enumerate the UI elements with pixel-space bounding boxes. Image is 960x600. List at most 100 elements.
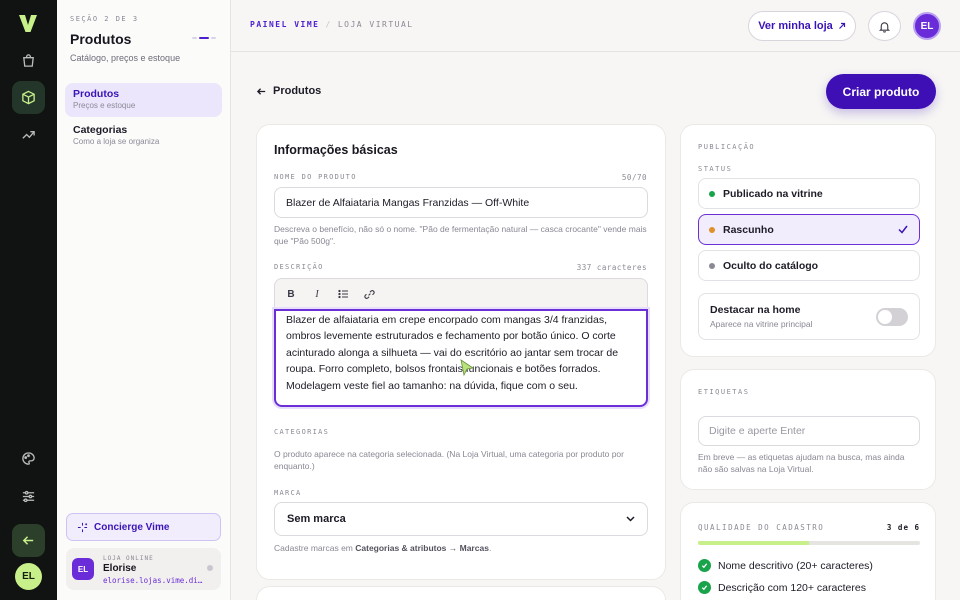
sidebar-item-produtos[interactable]: Produtos Preços e estoque: [65, 83, 222, 117]
feature-subtitle: Aparece na vitrine principal: [710, 319, 813, 329]
arrow-left-icon: [22, 536, 34, 545]
store-url: elorise.lojas.vime.di…: [103, 576, 203, 585]
description-textarea[interactable]: Blazer de alfaiataria em crepe encorpado…: [274, 309, 648, 407]
palette-icon: [22, 452, 35, 465]
link-icon: [363, 289, 375, 299]
sidebar-item-sublabel: Preços e estoque: [73, 101, 136, 110]
quality-title: QUALIDADE DO CADASTRO: [698, 523, 825, 532]
view-store-label: Ver minha loja: [758, 20, 833, 32]
product-name-help: Descreva o benefício, não só o nome. "Pã…: [274, 224, 647, 246]
breadcrumb-current: LOJA VIRTUAL: [337, 20, 414, 29]
user-avatar[interactable]: EL: [913, 12, 941, 40]
rail-products-button[interactable]: [12, 81, 45, 114]
store-avatar: EL: [72, 558, 94, 580]
quality-item: Nome descritivo (20+ caracteres): [698, 559, 873, 572]
list-icon: [337, 289, 348, 299]
publication-card: PUBLICAÇÃO STATUS Publicado na vitrine R…: [680, 124, 936, 357]
status-dot: [709, 190, 715, 197]
rail-analytics-button[interactable]: [12, 118, 45, 151]
status-dot: [709, 226, 715, 233]
publication-title: PUBLICAÇÃO: [698, 143, 756, 151]
product-name-input[interactable]: Blazer de Alfaiataria Mangas Franzidas —…: [274, 187, 648, 218]
quality-progress: [698, 541, 920, 545]
concierge-button[interactable]: Concierge Vime: [66, 513, 221, 541]
tags-title: ETIQUETAS: [698, 388, 750, 396]
status-option-hidden[interactable]: Oculto do catálogo: [698, 250, 920, 281]
status-option-published[interactable]: Publicado na vitrine: [698, 178, 920, 209]
description-label: DESCRIÇÃO: [274, 263, 324, 271]
notifications-button[interactable]: [868, 11, 901, 41]
store-switcher[interactable]: EL LOJA ONLINE Elorise elorise.lojas.vim…: [66, 548, 221, 590]
check-icon: [898, 225, 908, 234]
bell-icon: [878, 21, 891, 33]
rail-back-button[interactable]: [12, 524, 45, 557]
bold-button[interactable]: B: [284, 287, 298, 301]
bag-icon: [23, 54, 34, 67]
status-option-label: Publicado na vitrine: [723, 187, 823, 200]
trend-icon: [22, 131, 35, 139]
section-title: Produtos: [70, 31, 132, 47]
back-link-label: Produtos: [273, 85, 322, 97]
brand-select-value: Sem marca: [287, 513, 346, 525]
categories-label: CATEGORIAS: [274, 428, 330, 436]
section-step: SEÇÃO 2 DE 3: [70, 15, 139, 23]
sidebar-item-sublabel: Como a loja se organiza: [73, 137, 160, 146]
product-name-label: NOME DO PRODUTO: [274, 173, 357, 181]
brand-select[interactable]: Sem marca: [274, 502, 648, 536]
section-progress: [192, 37, 216, 39]
feature-title: Destacar na home: [710, 304, 801, 316]
user-avatar[interactable]: EL: [15, 563, 42, 590]
check-circle-icon: [698, 581, 711, 594]
chevron-down-icon: [626, 516, 635, 522]
feature-home-toggle[interactable]: [876, 308, 908, 326]
tags-help: Em breve — as etiquetas ajudam na busca,…: [698, 452, 905, 474]
tags-card: ETIQUETAS Digite e aperte Enter Em breve…: [680, 369, 936, 490]
create-product-button[interactable]: Criar produto: [826, 74, 936, 109]
feature-home-row: Destacar na home Aparece na vitrine prin…: [698, 293, 920, 340]
brand-help: Cadastre marcas em Categorias & atributo…: [274, 543, 492, 553]
view-store-button[interactable]: Ver minha loja: [748, 11, 856, 41]
back-link[interactable]: Produtos: [256, 85, 321, 97]
check-circle-icon: [698, 559, 711, 572]
store-kicker: LOJA ONLINE: [103, 555, 154, 562]
store-name: Elorise: [103, 563, 137, 574]
categories-help: O produto aparece na categoria seleciona…: [274, 449, 624, 471]
store-status-dot: [207, 565, 213, 571]
section-subtitle: Catálogo, preços e estoque: [70, 53, 181, 63]
rail-store-button[interactable]: [12, 44, 45, 77]
card-title: Informações básicas: [274, 143, 398, 157]
status-option-label: Oculto do catálogo: [723, 259, 819, 272]
rail-settings-button[interactable]: [12, 480, 45, 513]
product-name-counter: 50/70: [621, 173, 647, 182]
arrow-left-icon: [256, 87, 266, 95]
description-counter: 337 caracteres: [576, 263, 647, 272]
sidebar-item-label: Categorias: [73, 124, 128, 136]
top-bar: PAINEL VIME / LOJA VIRTUAL Ver minha loja …: [231, 0, 960, 52]
editor-toolbar: B I: [274, 278, 648, 309]
brand-label: MARCA: [274, 489, 302, 497]
concierge-label: Concierge Vime: [94, 521, 170, 533]
rail-theme-button[interactable]: [12, 442, 45, 475]
status-option-label: Rascunho: [723, 223, 774, 236]
sidebar-item-categorias[interactable]: Categorias Como a loja se organiza: [65, 119, 222, 153]
status-label: STATUS: [698, 165, 733, 173]
italic-button[interactable]: I: [310, 287, 324, 301]
sidebar-item-label: Produtos: [73, 88, 120, 100]
vime-logo[interactable]: [17, 12, 39, 34]
quality-header: QUALIDADE DO CADASTRO 3 de 6: [698, 523, 920, 532]
tags-input[interactable]: Digite e aperte Enter: [698, 416, 920, 446]
breadcrumb: PAINEL VIME / LOJA VIRTUAL: [250, 20, 414, 29]
brands-link[interactable]: Categorias & atributos → Marcas: [355, 543, 489, 553]
quality-card: QUALIDADE DO CADASTRO 3 de 6 Nome descri…: [680, 502, 936, 600]
quality-item: Descrição com 120+ caracteres: [698, 581, 866, 594]
external-arrow-icon: [838, 22, 845, 29]
link-button[interactable]: [362, 287, 376, 301]
list-button[interactable]: [336, 287, 350, 301]
next-card: [256, 586, 666, 600]
breadcrumb-root[interactable]: PAINEL VIME: [250, 20, 319, 29]
basic-info-card: Informações básicas NOME DO PRODUTO 50/7…: [256, 124, 666, 580]
status-dot: [709, 262, 715, 269]
app-rail: EL: [0, 0, 57, 600]
status-option-draft[interactable]: Rascunho: [698, 214, 920, 245]
quality-score: 3 de 6: [886, 523, 920, 532]
